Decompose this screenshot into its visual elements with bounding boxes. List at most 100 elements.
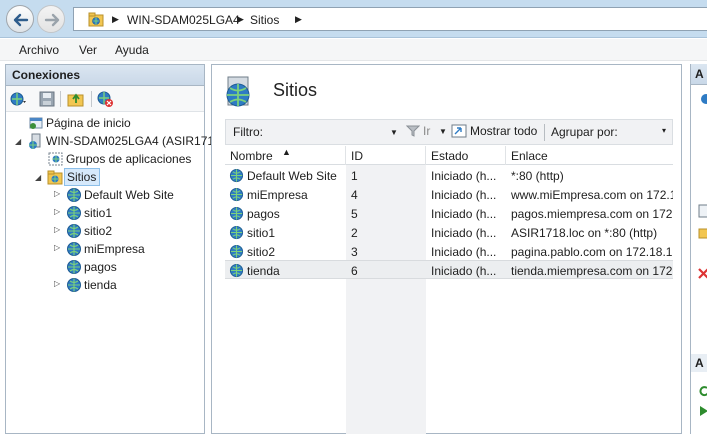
explore-icon[interactable] <box>698 226 707 240</box>
breadcrumb-sites[interactable]: Sitios <box>250 13 279 27</box>
sort-ascending-icon: ▲ <box>282 147 291 157</box>
filter-dropdown-icon[interactable]: ▼ <box>390 128 398 137</box>
collapse-arrow-icon[interactable]: ◢ <box>15 137 21 146</box>
cell-name: sitio2 <box>247 245 276 259</box>
cell-name: Default Web Site <box>247 169 337 183</box>
up-folder-icon[interactable] <box>67 90 85 108</box>
globe-icon <box>229 263 244 278</box>
filter-input[interactable] <box>268 123 400 142</box>
globe-icon <box>229 206 244 221</box>
tree-node-label: sitio2 <box>84 224 113 238</box>
show-all-icon <box>451 124 467 138</box>
connections-panel: Conexiones Página de inicio ◢ WIN-SDAM02… <box>5 64 214 434</box>
cell-binding: www.miEmpresa.com on 172.1 <box>511 188 673 202</box>
expand-arrow-icon[interactable]: ▷ <box>54 189 60 198</box>
table-row[interactable]: sitio2 3 Iniciado (h... pagina.pablo.com… <box>225 242 673 261</box>
group-by-button[interactable]: Agrupar por: <box>551 125 618 139</box>
grid-header: Nombre ▲ ID Estado Enlace <box>225 146 673 165</box>
connect-globe-icon[interactable] <box>9 90 27 108</box>
toolbar-separator <box>60 91 61 107</box>
sites-globe-icon <box>226 76 250 107</box>
page-title: Sitios <box>273 80 318 100</box>
add-site-icon[interactable] <box>698 92 707 106</box>
cell-binding: pagina.pablo.com on 172.18.17 <box>511 245 673 259</box>
table-row[interactable]: miEmpresa 4 Iniciado (h... www.miEmpresa… <box>225 185 673 204</box>
go-dropdown-icon[interactable]: ▼ <box>439 127 447 136</box>
cell-binding: ASIR1718.loc on *:80 (http) <box>511 226 658 240</box>
globe-icon <box>67 188 81 202</box>
sites-grid: Nombre ▲ ID Estado Enlace Default Web Si… <box>225 146 673 434</box>
cell-id: 2 <box>351 226 358 240</box>
cell-id: 1 <box>351 169 358 183</box>
column-header-state[interactable]: Estado <box>431 149 468 163</box>
column-separator[interactable] <box>345 146 346 165</box>
cell-state: Iniciado (h... <box>431 188 497 202</box>
globe-icon <box>229 187 244 202</box>
show-all-label: Mostrar todo <box>470 124 538 138</box>
cell-state: Iniciado (h... <box>431 264 497 278</box>
menu-archivo[interactable]: Archivo <box>19 43 59 57</box>
menu-ayuda[interactable]: Ayuda <box>115 43 149 57</box>
server-icon <box>29 133 41 149</box>
restart-icon[interactable] <box>698 384 707 398</box>
cell-state: Iniciado (h... <box>431 226 497 240</box>
menu-ver[interactable]: Ver <box>79 43 97 57</box>
back-arrow-icon <box>13 13 29 27</box>
globe-icon <box>229 168 244 183</box>
column-separator[interactable] <box>425 146 426 165</box>
toolbar-overflow-icon[interactable]: ▾ <box>662 126 666 135</box>
expand-arrow-icon[interactable]: ▷ <box>54 243 60 252</box>
cell-state: Iniciado (h... <box>431 207 497 221</box>
breadcrumb-server[interactable]: WIN-SDAM025LGA4 <box>127 13 240 27</box>
toolbar-separator <box>544 124 545 141</box>
cell-name: sitio1 <box>247 226 276 240</box>
table-row[interactable]: sitio1 2 Iniciado (h... ASIR1718.loc on … <box>225 223 673 242</box>
expand-arrow-icon[interactable]: ▷ <box>54 207 60 216</box>
tree-node-label: miEmpresa <box>84 242 145 256</box>
cell-binding: pagos.miempresa.com on 172. <box>511 207 673 221</box>
column-separator[interactable] <box>505 146 506 165</box>
disconnect-icon[interactable] <box>96 90 114 108</box>
cell-id: 3 <box>351 245 358 259</box>
globe-icon <box>67 242 81 256</box>
column-header-id[interactable]: ID <box>351 149 363 163</box>
address-box[interactable]: ▶ WIN-SDAM025LGA4 ▶ Sitios ▶ <box>73 7 707 31</box>
save-icon[interactable] <box>38 90 56 108</box>
tree-node-label: Sitios <box>67 170 97 184</box>
cell-binding: *:80 (http) <box>511 169 564 183</box>
funnel-icon <box>406 125 420 137</box>
table-row[interactable]: pagos 5 Iniciado (h... pagos.miempresa.c… <box>225 204 673 223</box>
tree-node-label: Grupos de aplicaciones <box>66 152 192 166</box>
breadcrumb-separator-icon[interactable]: ▶ <box>295 14 302 25</box>
back-button[interactable] <box>6 5 34 33</box>
remove-icon[interactable] <box>698 266 707 280</box>
column-header-name[interactable]: Nombre <box>230 149 273 163</box>
expand-arrow-icon[interactable]: ▷ <box>54 225 60 234</box>
cell-id: 4 <box>351 188 358 202</box>
cell-binding: tienda.miempresa.com on 172 <box>511 264 673 278</box>
properties-icon[interactable] <box>698 204 707 218</box>
cell-id: 5 <box>351 207 358 221</box>
forward-button[interactable] <box>37 5 65 33</box>
menu-bar: Archivo Ver Ayuda <box>0 39 707 61</box>
table-row-selected[interactable]: tienda 6 Iniciado (h... tienda.miempresa… <box>225 260 673 279</box>
app-pools-icon <box>48 152 63 166</box>
tree-node-label: pagos <box>84 260 117 274</box>
tree-node-label: Default Web Site <box>84 188 174 202</box>
cell-id: 6 <box>351 264 358 278</box>
go-label: Ir <box>423 124 431 138</box>
globe-icon <box>229 244 244 259</box>
expand-arrow-icon[interactable]: ▷ <box>54 279 60 288</box>
tree-node-label: tienda <box>84 278 117 292</box>
start-icon[interactable] <box>698 404 707 418</box>
column-header-binding[interactable]: Enlace <box>511 149 548 163</box>
tree-node-label: sitio1 <box>84 206 113 220</box>
address-bar-region: ▶ WIN-SDAM025LGA4 ▶ Sitios ▶ <box>0 0 707 38</box>
filter-toolbar: Filtro: ▼ Ir ▼ Mostrar todo Agrupar por:… <box>225 119 673 145</box>
collapse-arrow-icon[interactable]: ◢ <box>35 173 41 182</box>
tree-node-sites[interactable]: Sitios <box>47 168 101 186</box>
globe-icon <box>229 225 244 240</box>
table-row[interactable]: Default Web Site 1 Iniciado (h... *:80 (… <box>225 166 673 185</box>
globe-icon <box>67 260 81 274</box>
cell-state: Iniciado (h... <box>431 169 497 183</box>
